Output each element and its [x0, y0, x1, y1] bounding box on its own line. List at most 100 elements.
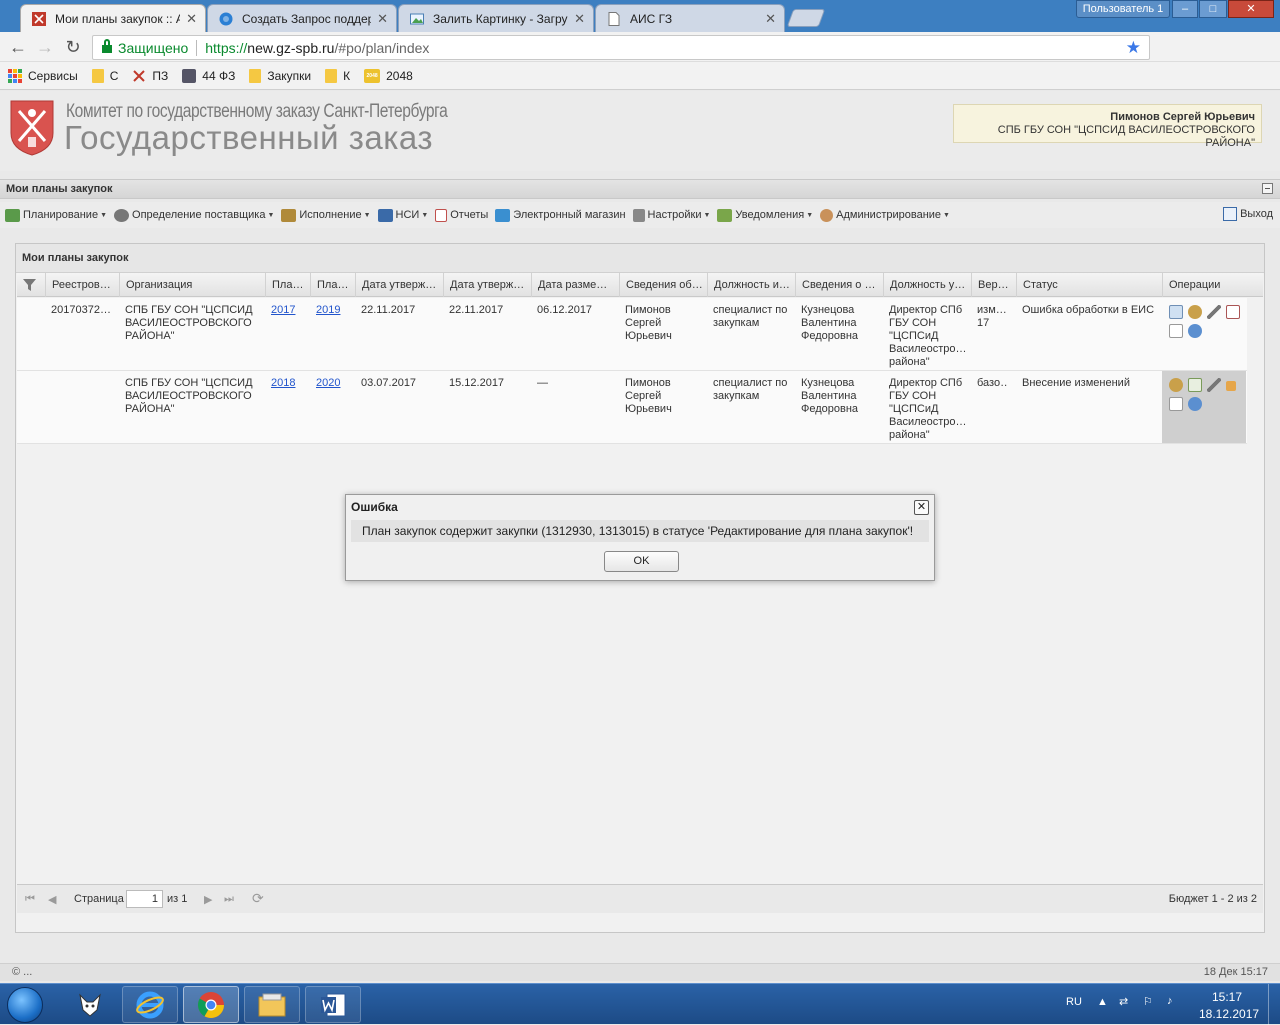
bookmark-c[interactable]: С: [91, 68, 118, 83]
ok-button[interactable]: OK: [604, 551, 679, 572]
user-icon: [820, 208, 834, 222]
table-row[interactable]: 20170372… СПБ ГБУ СОН "ЦСПСИД ВАСИЛЕОСТР…: [17, 298, 1247, 371]
bookmark-2048[interactable]: 2048 2048: [364, 68, 413, 83]
plan-to-link[interactable]: 2020: [316, 377, 340, 389]
app-favicon-icon: [31, 11, 47, 27]
tray-expand-icon[interactable]: ▲: [1097, 996, 1108, 1008]
column-header[interactable]: Дата утверж…: [443, 273, 531, 297]
bookmark-services[interactable]: Сервисы: [8, 68, 78, 83]
column-header[interactable]: Реестров…: [45, 273, 119, 297]
menu-supplier[interactable]: Определение поставщика ▼: [114, 208, 274, 222]
report-icon[interactable]: [1169, 324, 1183, 338]
cell-approver-position: Директор СПб ГБУ СОН "ЦСПСиД Василеостро…: [889, 304, 967, 368]
column-header[interactable]: Пла…: [265, 273, 310, 297]
branch-icon[interactable]: [1226, 381, 1236, 391]
chevron-down-icon: ▼: [421, 211, 429, 219]
chrome-icon[interactable]: [183, 986, 239, 1023]
edit-document-icon[interactable]: [1169, 305, 1183, 319]
menu-nsi[interactable]: НСИ ▼: [377, 208, 429, 222]
network-icon[interactable]: ⇄: [1119, 995, 1128, 1008]
maximize-button[interactable]: □: [1199, 0, 1227, 18]
last-page-icon[interactable]: ⏭: [224, 893, 234, 906]
action-center-icon[interactable]: ⚐: [1143, 995, 1153, 1008]
column-header[interactable]: Вер…: [971, 273, 1016, 297]
profile-button[interactable]: Пользователь 1: [1076, 0, 1170, 18]
bookmark-pz[interactable]: ПЗ: [132, 69, 168, 83]
bookmark-44fz[interactable]: 44 ФЗ: [182, 68, 235, 83]
internet-explorer-icon[interactable]: [122, 986, 178, 1023]
plan-to-link[interactable]: 2019: [316, 304, 340, 316]
column-header[interactable]: Дата разме…: [531, 273, 619, 297]
tab-ais-gz[interactable]: АИС ГЗ ✕: [595, 4, 785, 32]
first-page-icon[interactable]: ⏮: [25, 893, 35, 906]
info-icon[interactable]: [1188, 324, 1202, 338]
menu-eshop[interactable]: Электронный магазин: [495, 208, 626, 222]
tab-image-upload[interactable]: Залить Картинку - Загру ✕: [398, 4, 594, 32]
emblem-icon[interactable]: [1188, 305, 1202, 319]
reload-icon[interactable]: ↻: [63, 37, 83, 57]
emblem-icon[interactable]: [1169, 378, 1183, 392]
menu-admin[interactable]: Администрирование ▼: [820, 208, 950, 222]
next-page-icon[interactable]: ▶: [204, 893, 212, 906]
fox-app-icon[interactable]: [62, 986, 118, 1023]
menu-label: Настройки: [647, 209, 702, 221]
file-explorer-icon[interactable]: [244, 986, 300, 1023]
bookmark-zakupki[interactable]: Закупки: [249, 68, 311, 83]
minimize-button[interactable]: –: [1172, 0, 1198, 18]
column-header[interactable]: Должность у…: [883, 273, 971, 297]
new-tab-button[interactable]: [786, 9, 826, 27]
table-row[interactable]: СПБ ГБУ СОН "ЦСПСИД ВАСИЛЕОСТРОВСКОГО РА…: [17, 371, 1247, 444]
volume-icon[interactable]: ♪: [1167, 995, 1173, 1007]
add-calendar-icon[interactable]: [1226, 305, 1240, 319]
close-icon[interactable]: ✕: [914, 500, 929, 515]
logout-button[interactable]: Выход: [1223, 207, 1273, 221]
globe-icon: [218, 11, 234, 27]
checklist-icon[interactable]: [1188, 378, 1202, 392]
window-close-button[interactable]: ✕: [1228, 0, 1274, 18]
info-icon[interactable]: [1188, 397, 1202, 411]
show-desktop-button[interactable]: [1268, 984, 1280, 1025]
address-bar[interactable]: Защищено https:// new.gz-spb.ru /#po/pla…: [92, 35, 1150, 60]
column-header[interactable]: Дата утверж…: [355, 273, 443, 297]
close-icon[interactable]: ✕: [765, 11, 776, 27]
word-icon[interactable]: [305, 986, 361, 1023]
menu-execution[interactable]: Исполнение ▼: [281, 208, 371, 222]
column-header[interactable]: Должность и…: [707, 273, 795, 297]
menu-planning[interactable]: Планирование ▼: [5, 208, 107, 222]
close-icon[interactable]: ✕: [377, 11, 388, 27]
clock-date[interactable]: 18.12.2017: [1199, 1007, 1259, 1021]
pencil-icon[interactable]: [1207, 305, 1221, 319]
forward-arrow-icon[interactable]: →: [35, 37, 55, 57]
tools-icon: [132, 69, 146, 83]
column-header[interactable]: Сведения о …: [795, 273, 883, 297]
column-header[interactable]: Организация: [119, 273, 265, 297]
menu-reports[interactable]: Отчеты: [435, 208, 488, 222]
close-icon[interactable]: ✕: [574, 11, 585, 27]
menu-settings[interactable]: Настройки ▼: [632, 208, 710, 222]
column-header[interactable]: Статус: [1016, 273, 1162, 297]
menu-label: Определение поставщика: [132, 209, 266, 221]
plan-from-link[interactable]: 2018: [271, 377, 295, 389]
column-header[interactable]: Пла…: [310, 273, 355, 297]
report-icon[interactable]: [1169, 397, 1183, 411]
refresh-icon[interactable]: ⟳: [252, 890, 264, 907]
bookmark-star-icon[interactable]: ★: [1126, 38, 1141, 58]
page-number-input[interactable]: 1: [126, 890, 163, 908]
bookmark-k[interactable]: К: [325, 68, 350, 83]
column-header[interactable]: Операции: [1162, 273, 1263, 297]
cell-plan-to: 2019: [310, 304, 355, 317]
close-icon[interactable]: ✕: [186, 11, 197, 27]
clock-time[interactable]: 15:17: [1212, 990, 1242, 1004]
plan-from-link[interactable]: 2017: [271, 304, 295, 316]
pencil-icon[interactable]: [1207, 378, 1221, 392]
prev-page-icon[interactable]: ◀: [48, 893, 56, 906]
back-arrow-icon[interactable]: ←: [8, 37, 28, 57]
tab-plans[interactable]: Мои планы закупок :: АИС ✕: [20, 4, 206, 32]
filter-column-header[interactable]: [17, 273, 45, 297]
collapse-icon[interactable]: [1262, 183, 1273, 194]
start-button[interactable]: [7, 987, 43, 1023]
menu-notifications[interactable]: Уведомления ▼: [717, 208, 813, 222]
tab-support[interactable]: Создать Запрос поддер ✕: [207, 4, 397, 32]
language-indicator[interactable]: RU: [1066, 996, 1082, 1008]
column-header[interactable]: Сведения об…: [619, 273, 707, 297]
